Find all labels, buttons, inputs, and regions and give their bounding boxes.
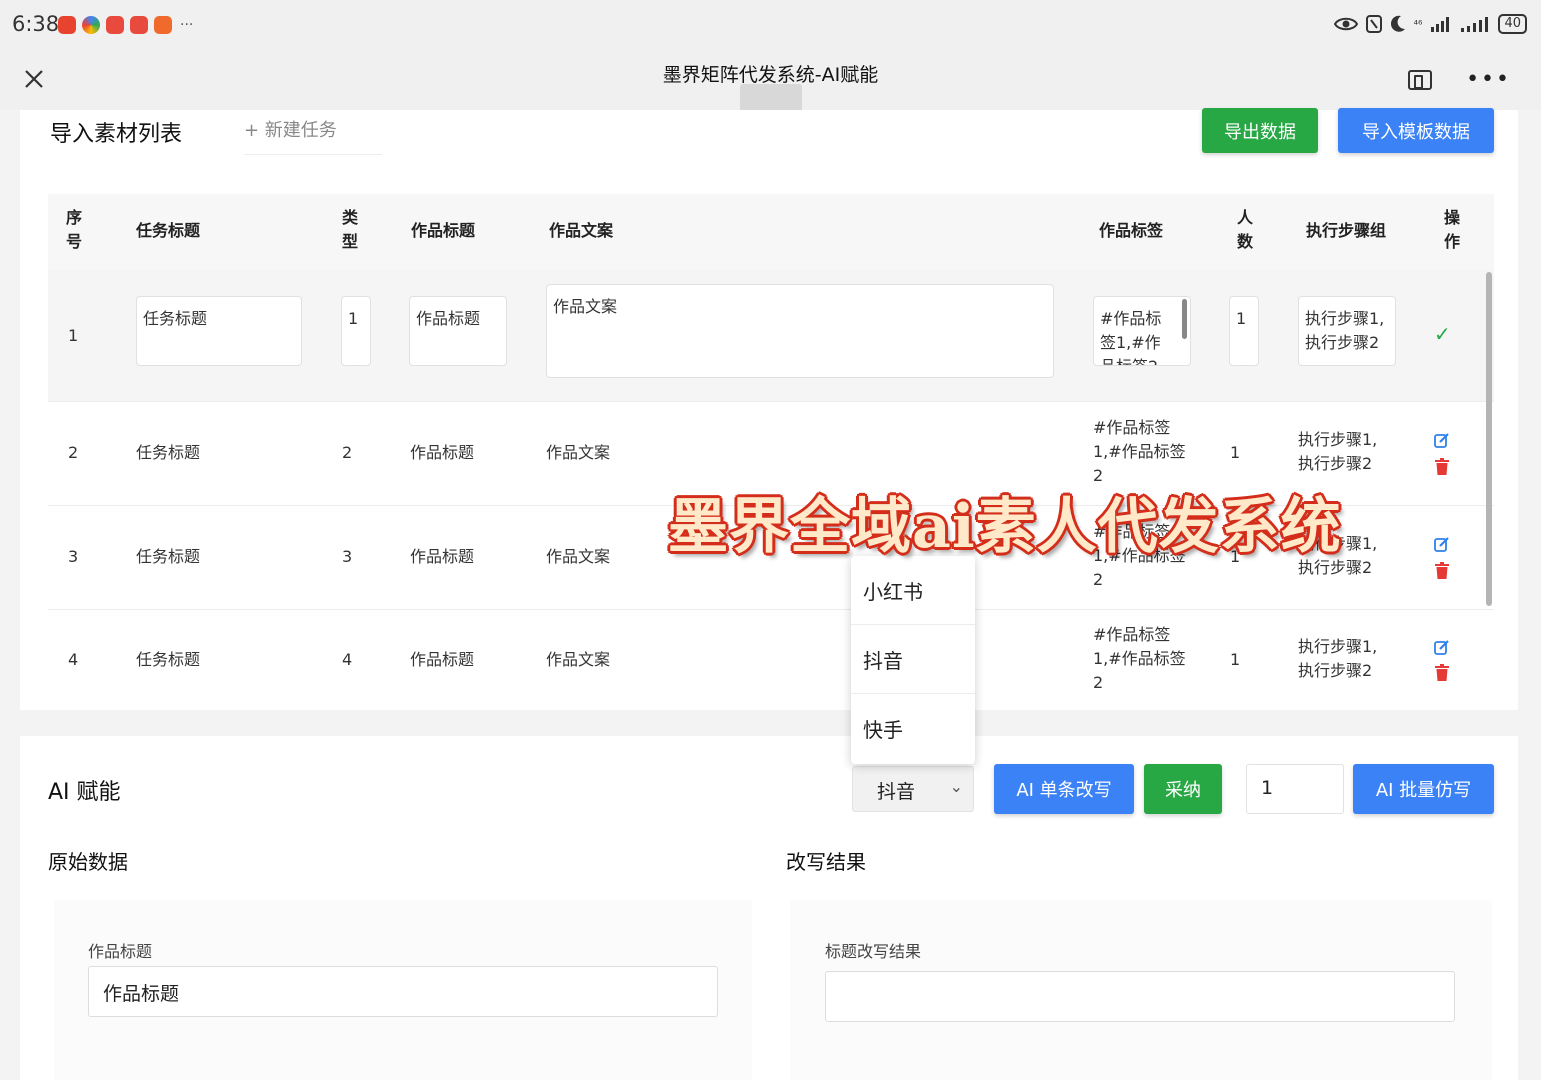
signal-icon: [1431, 17, 1450, 32]
row-steps: 执行步骤1,执行步骤2: [1298, 637, 1378, 680]
ai-batch-imitate-button[interactable]: AI 批量仿写: [1353, 764, 1494, 814]
rewrite-result-title: 改写结果: [786, 850, 866, 874]
batch-count-input[interactable]: 1: [1246, 764, 1344, 814]
app-notification-icon: [154, 16, 172, 34]
row-work-copy: 作品文案: [546, 547, 611, 566]
col-work-tags: 作品标签: [1099, 221, 1164, 240]
status-bar: 6:38 ··· ⁴⁶ 40: [0, 0, 1541, 52]
moon-icon: [1390, 15, 1405, 32]
row-people: 1: [1230, 650, 1241, 669]
confirm-check-icon[interactable]: ✓: [1434, 322, 1451, 346]
app-notification-icon: [106, 16, 124, 34]
ai-card: AI 赋能 抖音 ⌄ AI 单条改写 采纳 1 AI 批量仿写 原始数据 改写结…: [20, 736, 1518, 1080]
dropdown-option-xiaohongshu[interactable]: 小红书: [851, 556, 975, 625]
edit-icon[interactable]: [1434, 432, 1450, 448]
row-work-title: 作品标题: [410, 547, 475, 566]
row-task-title: 任务标题: [136, 650, 201, 669]
row-work-copy: 作品文案: [546, 650, 611, 669]
row-index: 4: [68, 650, 79, 669]
row-task-title: 任务标题: [136, 443, 201, 462]
work-title-label: 作品标题: [88, 942, 153, 961]
more-options-icon[interactable]: •••: [1466, 69, 1511, 91]
work-title-field[interactable]: 作品标题: [88, 966, 718, 1017]
row-index: 1: [68, 326, 79, 345]
table-scrollbar[interactable]: [1486, 272, 1492, 606]
dropdown-option-douyin[interactable]: 抖音: [851, 625, 975, 694]
row-work-title: 作品标题: [410, 650, 475, 669]
row-type: 2: [342, 443, 353, 462]
work-tags-text: #作品标签1,#作品标签2: [1100, 309, 1162, 365]
col-work-copy: 作品文案: [549, 221, 614, 240]
dropdown-option-kuaishou[interactable]: 快手: [851, 694, 975, 763]
delete-icon[interactable]: [1435, 458, 1449, 475]
network-type: ⁴⁶: [1413, 17, 1423, 31]
delete-icon[interactable]: [1435, 664, 1449, 681]
row-index: 2: [68, 443, 79, 462]
system-status: ⁴⁶ 40: [1333, 14, 1527, 34]
steps-input[interactable]: 执行步骤1,执行步骤2: [1298, 296, 1396, 366]
page-title: 墨界矩阵代发系统-AI赋能: [662, 64, 879, 86]
import-template-button[interactable]: 导入模板数据: [1338, 108, 1494, 153]
table-row-editing: 1 任务标题 1 作品标题 作品文案 #作品标签1,#作品标签2 1 执行步骤1…: [48, 270, 1494, 402]
eye-icon: [1333, 17, 1358, 31]
chevron-down-icon: ⌄: [949, 777, 963, 796]
signal-icon: [1461, 17, 1489, 32]
col-steps: 执行步骤组: [1306, 221, 1387, 240]
more-notifications-icon: ···: [180, 17, 194, 33]
work-tags-input[interactable]: #作品标签1,#作品标签2: [1093, 296, 1191, 366]
row-index: 3: [68, 547, 79, 566]
app-notification-icon: [58, 16, 76, 34]
row-work-copy: 作品文案: [546, 443, 611, 462]
row-type: 4: [342, 650, 353, 669]
adopt-button[interactable]: 采纳: [1144, 764, 1222, 814]
ai-title: AI 赋能: [48, 780, 121, 805]
col-index: 序号: [66, 208, 83, 251]
row-steps: 执行步骤1,执行步骤2: [1298, 430, 1378, 473]
original-data-title: 原始数据: [48, 850, 128, 874]
edit-icon[interactable]: [1434, 639, 1450, 655]
col-task-title: 任务标题: [136, 221, 201, 240]
row-type: 3: [342, 547, 353, 566]
textarea-scrollbar[interactable]: [1182, 299, 1187, 339]
edit-icon[interactable]: [1434, 536, 1450, 552]
watermark-overlay: 墨界全域ai素人代发系统: [668, 492, 1342, 562]
title-result-label: 标题改写结果: [825, 942, 922, 961]
ai-single-rewrite-button[interactable]: AI 单条改写: [994, 764, 1134, 814]
row-work-tags: #作品标签1,#作品标签2: [1093, 625, 1186, 692]
people-input[interactable]: 1: [1229, 296, 1259, 366]
row-work-title: 作品标题: [410, 443, 475, 462]
title-result-field[interactable]: [825, 971, 1455, 1022]
materials-title: 导入素材列表: [50, 122, 183, 147]
col-people: 人数: [1237, 208, 1254, 251]
col-type: 类型: [342, 208, 359, 251]
col-work-title: 作品标题: [411, 221, 476, 240]
platform-select-value: 抖音: [877, 781, 916, 803]
col-action: 操作: [1444, 208, 1461, 251]
status-time: 6:38: [12, 12, 60, 36]
materials-card: 导入素材列表 + 新建任务 导出数据 导入模板数据 序号 任务标题 类型 作品标…: [20, 108, 1518, 710]
new-task-button[interactable]: + 新建任务: [244, 116, 382, 155]
export-data-button[interactable]: 导出数据: [1202, 108, 1318, 153]
battery-icon: 40: [1498, 14, 1527, 34]
nfc-icon: [1365, 15, 1382, 33]
type-input[interactable]: 1: [341, 296, 371, 366]
work-title-input[interactable]: 作品标题: [409, 296, 507, 366]
table-row: 4 任务标题 4 作品标题 作品文案 #作品标签1,#作品标签2 1 执行步骤1…: [48, 610, 1494, 706]
notification-icons: ···: [58, 16, 193, 34]
platform-select[interactable]: 抖音 ⌄: [852, 766, 974, 812]
row-task-title: 任务标题: [136, 547, 201, 566]
row-people: 1: [1230, 443, 1241, 462]
delete-icon[interactable]: [1435, 562, 1449, 579]
task-title-input[interactable]: 任务标题: [136, 296, 302, 366]
table-header: 序号 任务标题 类型 作品标题 作品文案 作品标签 人数 执行步骤组 操作: [48, 194, 1494, 270]
work-copy-input[interactable]: 作品文案: [546, 284, 1054, 378]
window-mode-icon[interactable]: [1408, 70, 1433, 90]
platform-dropdown: 小红书 抖音 快手: [851, 556, 975, 764]
app-notification-icon: [130, 16, 148, 34]
app-notification-icon: [82, 16, 100, 34]
